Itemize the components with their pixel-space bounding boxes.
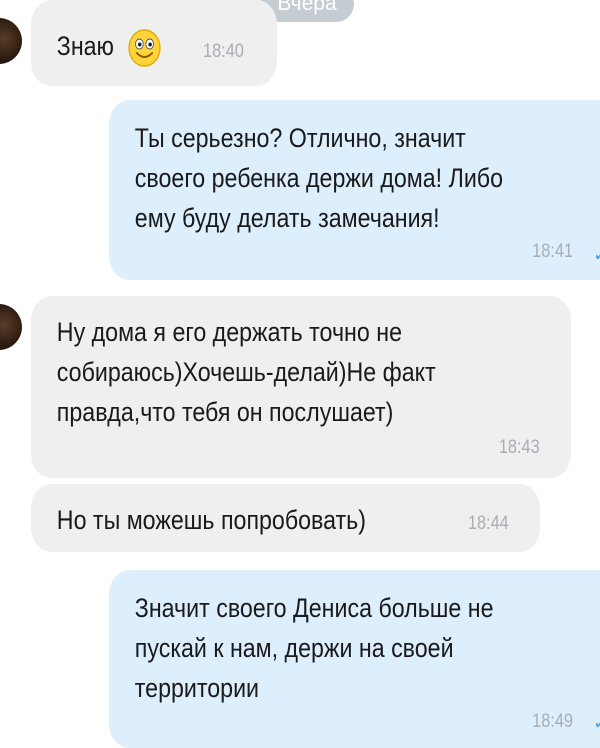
message-time: 18:40 bbox=[203, 41, 244, 62]
message-bubble-incoming[interactable]: Но ты можешь попробовать) 18:44 bbox=[31, 484, 541, 552]
message-time: 18:41 bbox=[532, 241, 574, 262]
message-bubble-outgoing[interactable]: Значит своего Дениса больше не пускай к … bbox=[109, 570, 600, 748]
avatar[interactable] bbox=[0, 304, 22, 350]
message-text: Значит своего Дениса больше не пускай к … bbox=[134, 593, 494, 703]
avatar[interactable] bbox=[0, 18, 22, 64]
message-text: Ну дома я его держать точно не собираюсь… bbox=[56, 317, 436, 427]
message-text: Но ты можешь попробовать) bbox=[56, 505, 366, 535]
message-time: 18:49 bbox=[532, 711, 574, 732]
read-check-icon: ✓ bbox=[593, 244, 600, 268]
message-bubble-incoming[interactable]: Знаю 18:40 bbox=[31, 0, 277, 86]
message-time: 18:44 bbox=[467, 513, 509, 534]
message-text: Знаю bbox=[56, 31, 114, 61]
smiling-face-icon bbox=[128, 29, 161, 67]
message-time: 18:43 bbox=[498, 437, 540, 458]
message-bubble-outgoing[interactable]: Ты серьезно? Отлично, значит своего ребе… bbox=[109, 100, 600, 280]
read-check-icon: ✓ bbox=[593, 712, 600, 736]
message-text: Ты серьезно? Отлично, значит своего ребе… bbox=[134, 123, 504, 233]
message-bubble-incoming[interactable]: Ну дома я его держать точно не собираюсь… bbox=[31, 296, 572, 478]
